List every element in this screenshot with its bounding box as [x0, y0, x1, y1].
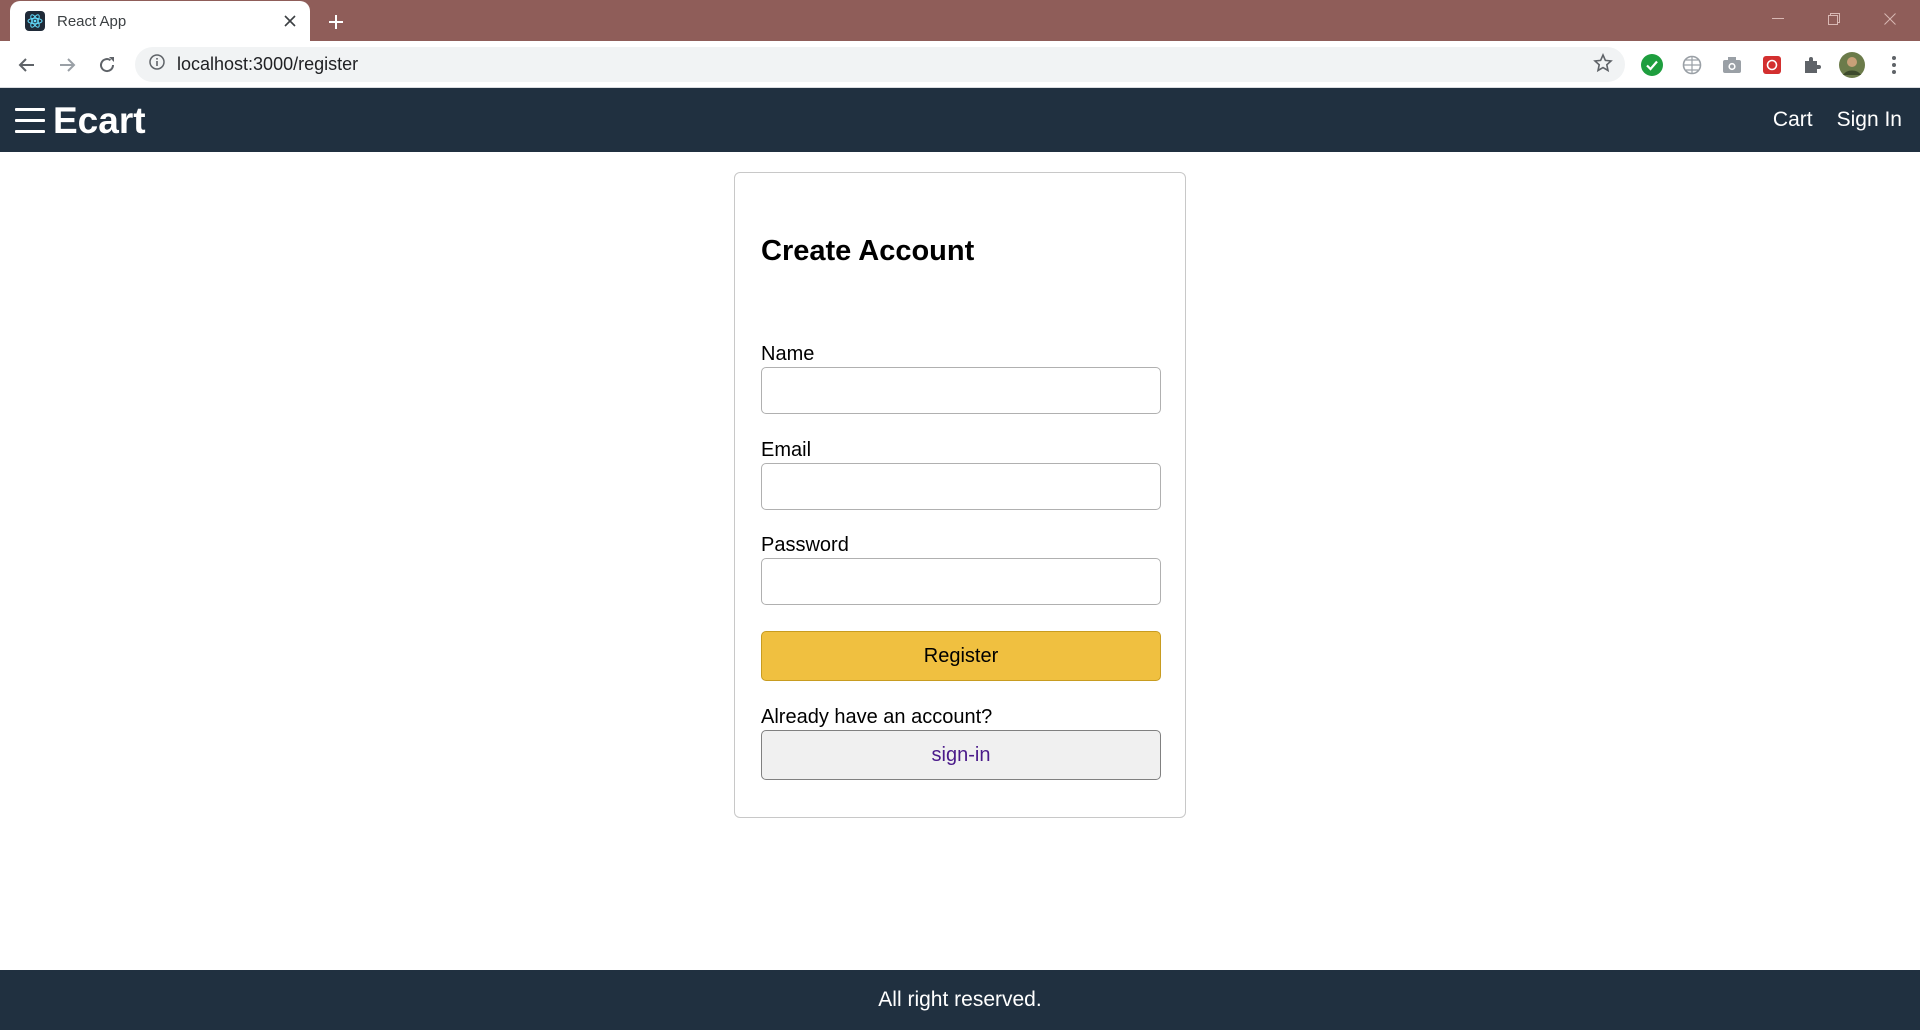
reload-icon[interactable]	[92, 50, 122, 80]
browser-tabstrip: React App	[0, 0, 1920, 41]
puzzle-icon[interactable]	[1798, 51, 1826, 79]
avatar[interactable]	[1838, 51, 1866, 79]
password-input[interactable]	[761, 558, 1161, 605]
email-label: Email	[761, 439, 812, 461]
globe-icon[interactable]	[1678, 51, 1706, 79]
arrow-left-icon[interactable]	[12, 50, 42, 80]
header-nav: Cart Sign In	[1773, 108, 1902, 132]
name-input[interactable]	[761, 367, 1161, 414]
url-text: localhost:3000/register	[177, 54, 359, 74]
footer-text: All right reserved.	[878, 988, 1042, 1011]
kebab-menu-icon[interactable]	[1880, 51, 1908, 79]
minimize-icon[interactable]	[1750, 0, 1806, 38]
register-button[interactable]: Register	[761, 631, 1161, 681]
close-icon[interactable]	[280, 11, 300, 31]
brand-logo[interactable]: Ecart	[53, 100, 146, 142]
check-circle-icon[interactable]	[1638, 51, 1666, 79]
register-form: Create Account Name Email Password Regis…	[734, 172, 1186, 818]
info-icon[interactable]	[149, 54, 165, 75]
footer: All right reserved.	[0, 970, 1920, 1030]
react-icon	[25, 11, 45, 31]
cart-link[interactable]: Cart	[1773, 108, 1813, 132]
browser-tab[interactable]: React App	[10, 1, 310, 41]
hamburger-menu-icon[interactable]	[15, 108, 45, 136]
plus-icon[interactable]	[322, 8, 350, 36]
signin-prompt: Already have an account?	[761, 706, 993, 728]
form-title: Create Account	[761, 235, 975, 267]
star-icon[interactable]	[1593, 53, 1613, 78]
app-header: Ecart Cart Sign In	[0, 88, 1920, 152]
restore-icon[interactable]	[1806, 0, 1862, 38]
password-label: Password	[761, 534, 849, 556]
address-bar[interactable]: localhost:3000/register	[135, 47, 1625, 82]
browser-toolbar: localhost:3000/register	[0, 41, 1920, 88]
email-input[interactable]	[761, 463, 1161, 510]
sign-in-button[interactable]: sign-in	[761, 730, 1161, 780]
arrow-right-icon[interactable]	[52, 50, 82, 80]
red-extension-icon[interactable]	[1758, 51, 1786, 79]
camera-icon[interactable]	[1718, 51, 1746, 79]
sign-in-link[interactable]: Sign In	[1837, 108, 1902, 132]
close-window-icon[interactable]	[1862, 0, 1918, 38]
name-label: Name	[761, 343, 815, 365]
tab-title: React App	[57, 12, 127, 30]
